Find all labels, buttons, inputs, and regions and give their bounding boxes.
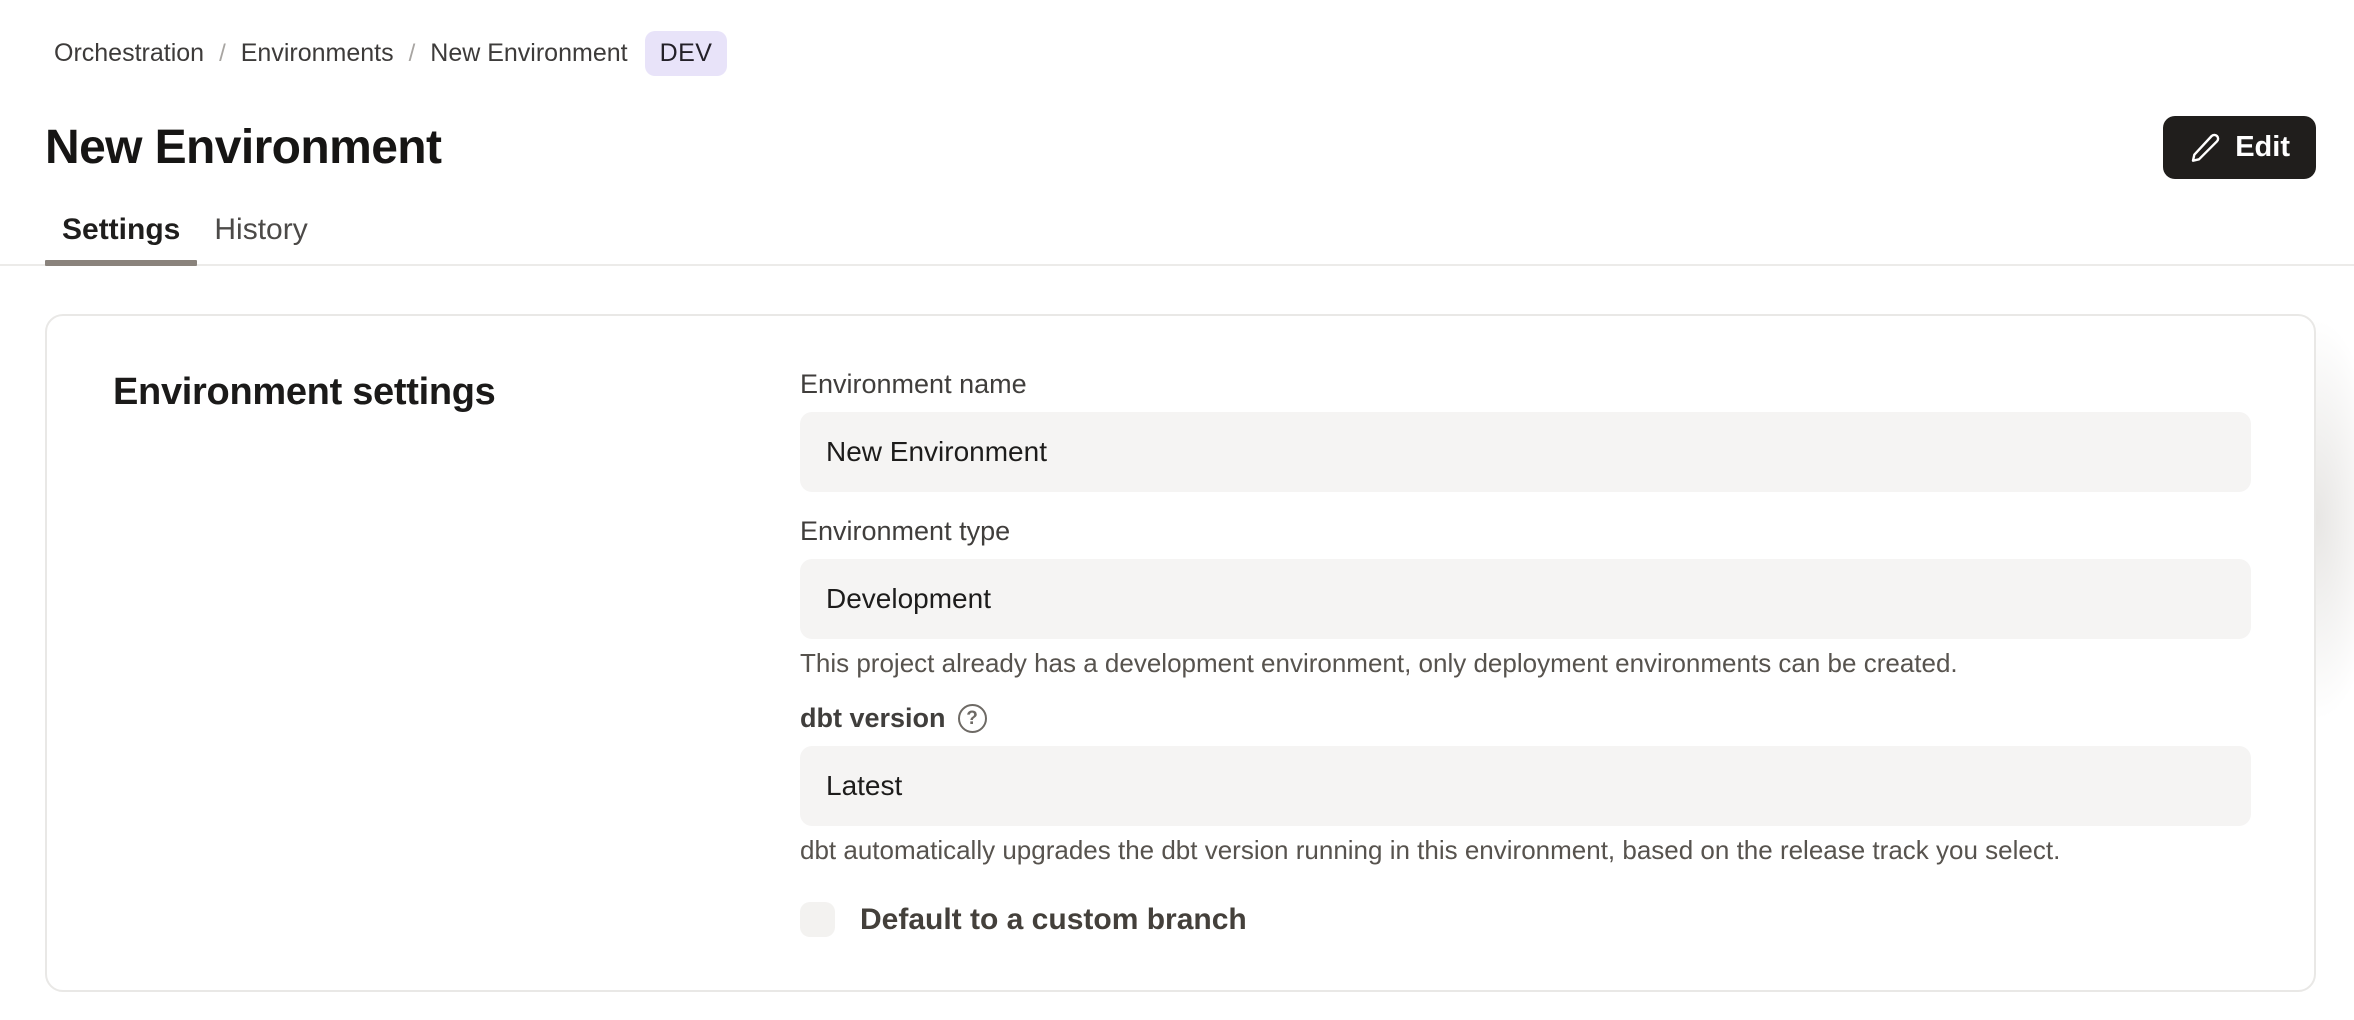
environment-settings-card: Environment settings Environment name Ne… <box>45 314 2316 992</box>
edit-button-label: Edit <box>2235 131 2290 164</box>
field-environment-type: Environment type Development This projec… <box>800 515 2251 679</box>
environment-type-badge: DEV <box>645 31 728 76</box>
field-environment-name: Environment name New Environment <box>800 368 2251 492</box>
custom-branch-label: Default to a custom branch <box>860 903 1247 937</box>
environment-type-input[interactable]: Development <box>800 559 2251 639</box>
dbt-version-label: dbt version ? <box>800 702 2251 735</box>
tab-settings[interactable]: Settings <box>45 213 197 264</box>
breadcrumb-item-environments[interactable]: Environments <box>241 39 394 68</box>
card-left-column: Environment settings <box>47 316 800 990</box>
card-heading: Environment settings <box>113 371 800 414</box>
tab-bar: Settings History <box>45 213 2316 264</box>
breadcrumb-item-new-environment[interactable]: New Environment <box>430 39 627 68</box>
edit-button[interactable]: Edit <box>2163 116 2316 179</box>
field-dbt-version: dbt version ? Latest dbt automatically u… <box>800 702 2251 866</box>
page-title: New Environment <box>45 120 441 175</box>
help-icon[interactable]: ? <box>958 704 987 733</box>
card-form-column: Environment name New Environment Environ… <box>800 316 2251 990</box>
custom-branch-row: Default to a custom branch <box>800 902 2251 937</box>
dbt-version-label-text: dbt version <box>800 702 946 735</box>
dbt-version-helper-text: dbt automatically upgrades the dbt versi… <box>800 835 2251 866</box>
dbt-version-input[interactable]: Latest <box>800 746 2251 826</box>
environment-name-label: Environment name <box>800 368 2251 401</box>
page: Orchestration / Environments / New Envir… <box>0 0 2354 1020</box>
environment-name-input[interactable]: New Environment <box>800 412 2251 492</box>
pencil-icon <box>2189 132 2221 164</box>
tab-history[interactable]: History <box>197 213 324 264</box>
environment-type-label: Environment type <box>800 515 2251 548</box>
page-header: New Environment Edit <box>45 116 2316 179</box>
breadcrumb-separator: / <box>219 40 226 68</box>
environment-type-helper-text: This project already has a development e… <box>800 648 2251 679</box>
breadcrumb-separator: / <box>409 40 416 68</box>
breadcrumb: Orchestration / Environments / New Envir… <box>54 0 2316 76</box>
custom-branch-checkbox[interactable] <box>800 902 835 937</box>
tabs-divider <box>0 264 2354 266</box>
breadcrumb-item-orchestration[interactable]: Orchestration <box>54 39 204 68</box>
